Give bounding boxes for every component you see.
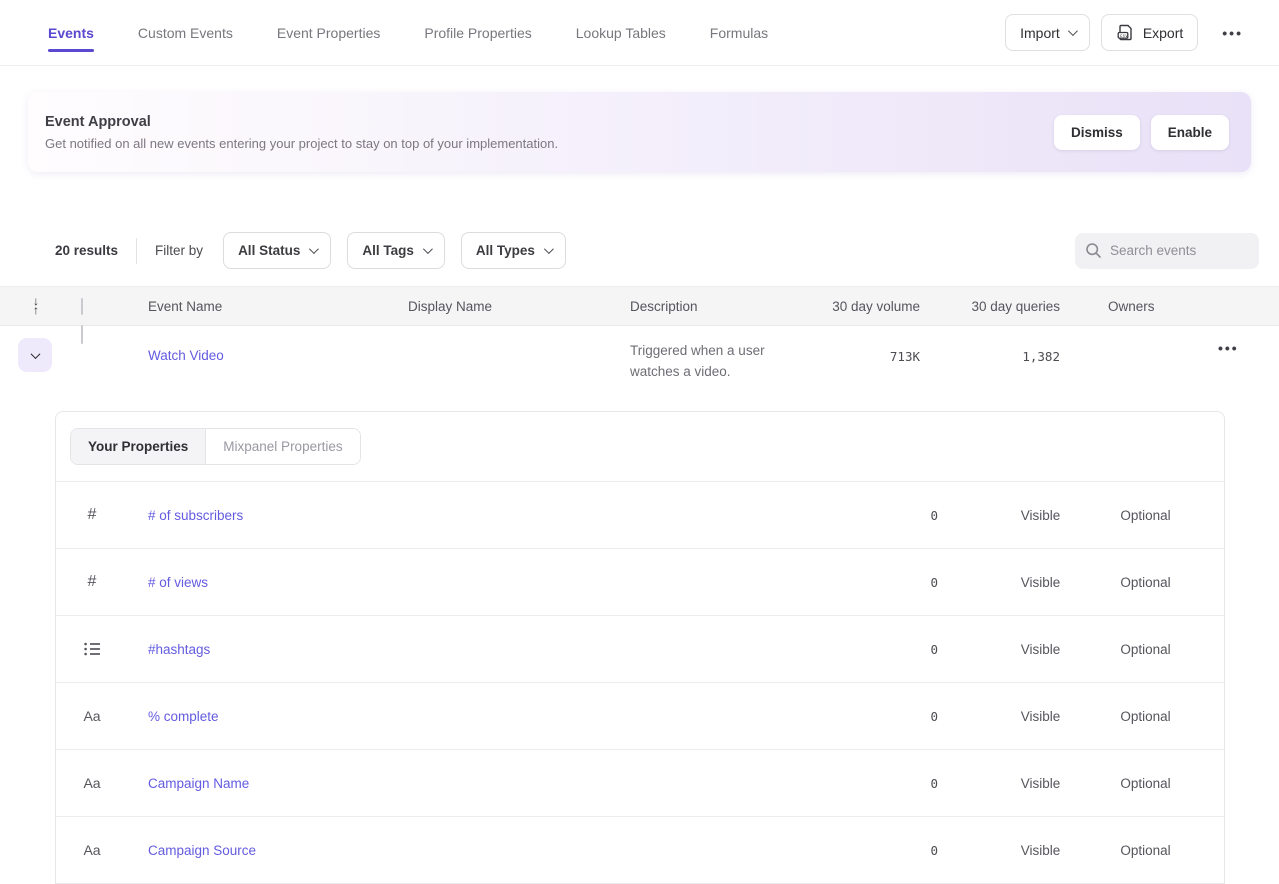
filter-bar: 20 results Filter by All Status All Tags…	[0, 232, 1279, 269]
property-required: Optional	[1093, 575, 1198, 590]
property-visibility: Visible	[988, 575, 1093, 590]
property-row: # # of views 0 Visible Optional	[56, 549, 1224, 616]
property-volume: 0	[858, 508, 938, 523]
collapse-all-icon[interactable]: ↓ ↑	[33, 297, 39, 315]
properties-panel: Your Properties Mixpanel Properties # # …	[55, 411, 1225, 884]
text-type-icon: Aa	[83, 708, 100, 724]
property-visibility: Visible	[988, 642, 1093, 657]
property-row: Aa % complete 0 Visible Optional	[56, 683, 1224, 750]
property-name-link[interactable]: # of subscribers	[128, 508, 858, 523]
property-visibility: Visible	[988, 843, 1093, 858]
tab-lookup-tables[interactable]: Lookup Tables	[576, 0, 666, 65]
svg-text:csv: csv	[1119, 34, 1128, 39]
event-queries: 1,382	[920, 349, 1060, 364]
event-approval-banner: Event Approval Get notified on all new e…	[28, 92, 1251, 172]
nav-tabs: Events Custom Events Event Properties Pr…	[48, 0, 768, 65]
property-required: Optional	[1093, 508, 1198, 523]
event-volume: 713K	[821, 349, 920, 364]
more-options-icon[interactable]: •••	[1216, 20, 1249, 46]
row-checkbox[interactable]	[81, 325, 83, 344]
text-type-icon: Aa	[83, 842, 100, 858]
property-name-link[interactable]: # of views	[128, 575, 858, 590]
chevron-down-icon	[544, 244, 554, 254]
number-type-icon: #	[88, 506, 97, 524]
event-name-link[interactable]: Watch Video	[148, 348, 224, 363]
export-button[interactable]: csv Export	[1101, 14, 1198, 51]
nav-actions: Import csv Export •••	[1005, 14, 1249, 51]
row-menu-icon[interactable]: •••	[1218, 334, 1239, 362]
banner-text: Event Approval Get notified on all new e…	[45, 114, 558, 151]
properties-segmented-control: Your Properties Mixpanel Properties	[70, 428, 361, 465]
property-required: Optional	[1093, 843, 1198, 858]
active-tab-underline	[48, 49, 94, 52]
tab-events-label: Events	[48, 25, 94, 41]
divider	[136, 238, 137, 264]
property-volume: 0	[858, 776, 938, 791]
column-description: Description	[630, 299, 821, 314]
filter-by-label: Filter by	[155, 243, 203, 258]
properties-tabbar: Your Properties Mixpanel Properties	[56, 412, 1224, 482]
property-visibility: Visible	[988, 508, 1093, 523]
tab-events[interactable]: Events	[48, 0, 94, 65]
property-row: #hashtags 0 Visible Optional	[56, 616, 1224, 683]
property-visibility: Visible	[988, 776, 1093, 791]
dismiss-button[interactable]: Dismiss	[1054, 115, 1140, 150]
tab-mixpanel-properties[interactable]: Mixpanel Properties	[206, 429, 359, 464]
number-type-icon: #	[88, 573, 97, 591]
property-row: Aa Campaign Source 0 Visible Optional	[56, 817, 1224, 884]
chevron-down-icon	[309, 244, 319, 254]
property-name-link[interactable]: Campaign Name	[128, 776, 858, 791]
property-row: Aa Campaign Name 0 Visible Optional	[56, 750, 1224, 817]
tab-profile-properties[interactable]: Profile Properties	[424, 0, 531, 65]
tab-formulas[interactable]: Formulas	[710, 0, 768, 65]
events-table-header: ↓ ↑ Event Name Display Name Description …	[0, 286, 1279, 326]
export-label: Export	[1143, 25, 1183, 41]
property-visibility: Visible	[988, 709, 1093, 724]
property-volume: 0	[858, 575, 938, 590]
event-row-watch-video: Watch Video Triggered when a user watche…	[0, 326, 1279, 396]
search-input[interactable]	[1110, 243, 1249, 258]
banner-description: Get notified on all new events entering …	[45, 136, 558, 151]
tab-event-properties[interactable]: Event Properties	[277, 0, 381, 65]
property-row: # # of subscribers 0 Visible Optional	[56, 482, 1224, 549]
import-button[interactable]: Import	[1005, 14, 1090, 51]
column-owners: Owners	[1108, 299, 1218, 314]
property-required: Optional	[1093, 709, 1198, 724]
collapse-row-button[interactable]	[18, 338, 52, 372]
property-required: Optional	[1093, 776, 1198, 791]
property-volume: 0	[858, 843, 938, 858]
column-queries: 30 day queries	[920, 299, 1060, 314]
property-name-link[interactable]: % complete	[128, 709, 858, 724]
select-all-checkbox[interactable]	[81, 298, 83, 315]
property-volume: 0	[858, 642, 938, 657]
column-event-name: Event Name	[148, 299, 408, 314]
banner-title: Event Approval	[45, 114, 558, 130]
tab-custom-events[interactable]: Custom Events	[138, 0, 233, 65]
chevron-down-icon	[30, 349, 40, 359]
chevron-down-icon	[1068, 26, 1078, 36]
banner-actions: Dismiss Enable	[1054, 115, 1229, 150]
list-type-icon	[84, 642, 101, 656]
tab-your-properties[interactable]: Your Properties	[71, 429, 206, 464]
search-icon	[1085, 242, 1102, 259]
status-filter-dropdown[interactable]: All Status	[223, 232, 331, 269]
types-filter-dropdown[interactable]: All Types	[461, 232, 566, 269]
event-description: Triggered when a user watches a video.	[630, 340, 800, 382]
chevron-down-icon	[423, 244, 433, 254]
text-type-icon: Aa	[83, 775, 100, 791]
csv-file-icon: csv	[1116, 23, 1135, 42]
enable-button[interactable]: Enable	[1151, 115, 1229, 150]
top-nav: Events Custom Events Event Properties Pr…	[0, 0, 1279, 66]
tags-filter-dropdown[interactable]: All Tags	[347, 232, 445, 269]
import-label: Import	[1020, 25, 1060, 41]
property-volume: 0	[858, 709, 938, 724]
results-count: 20 results	[55, 243, 118, 258]
column-display-name: Display Name	[408, 299, 630, 314]
search-box	[1075, 233, 1259, 269]
property-name-link[interactable]: Campaign Source	[128, 843, 858, 858]
property-required: Optional	[1093, 642, 1198, 657]
column-volume: 30 day volume	[821, 299, 920, 314]
property-name-link[interactable]: #hashtags	[128, 642, 858, 657]
